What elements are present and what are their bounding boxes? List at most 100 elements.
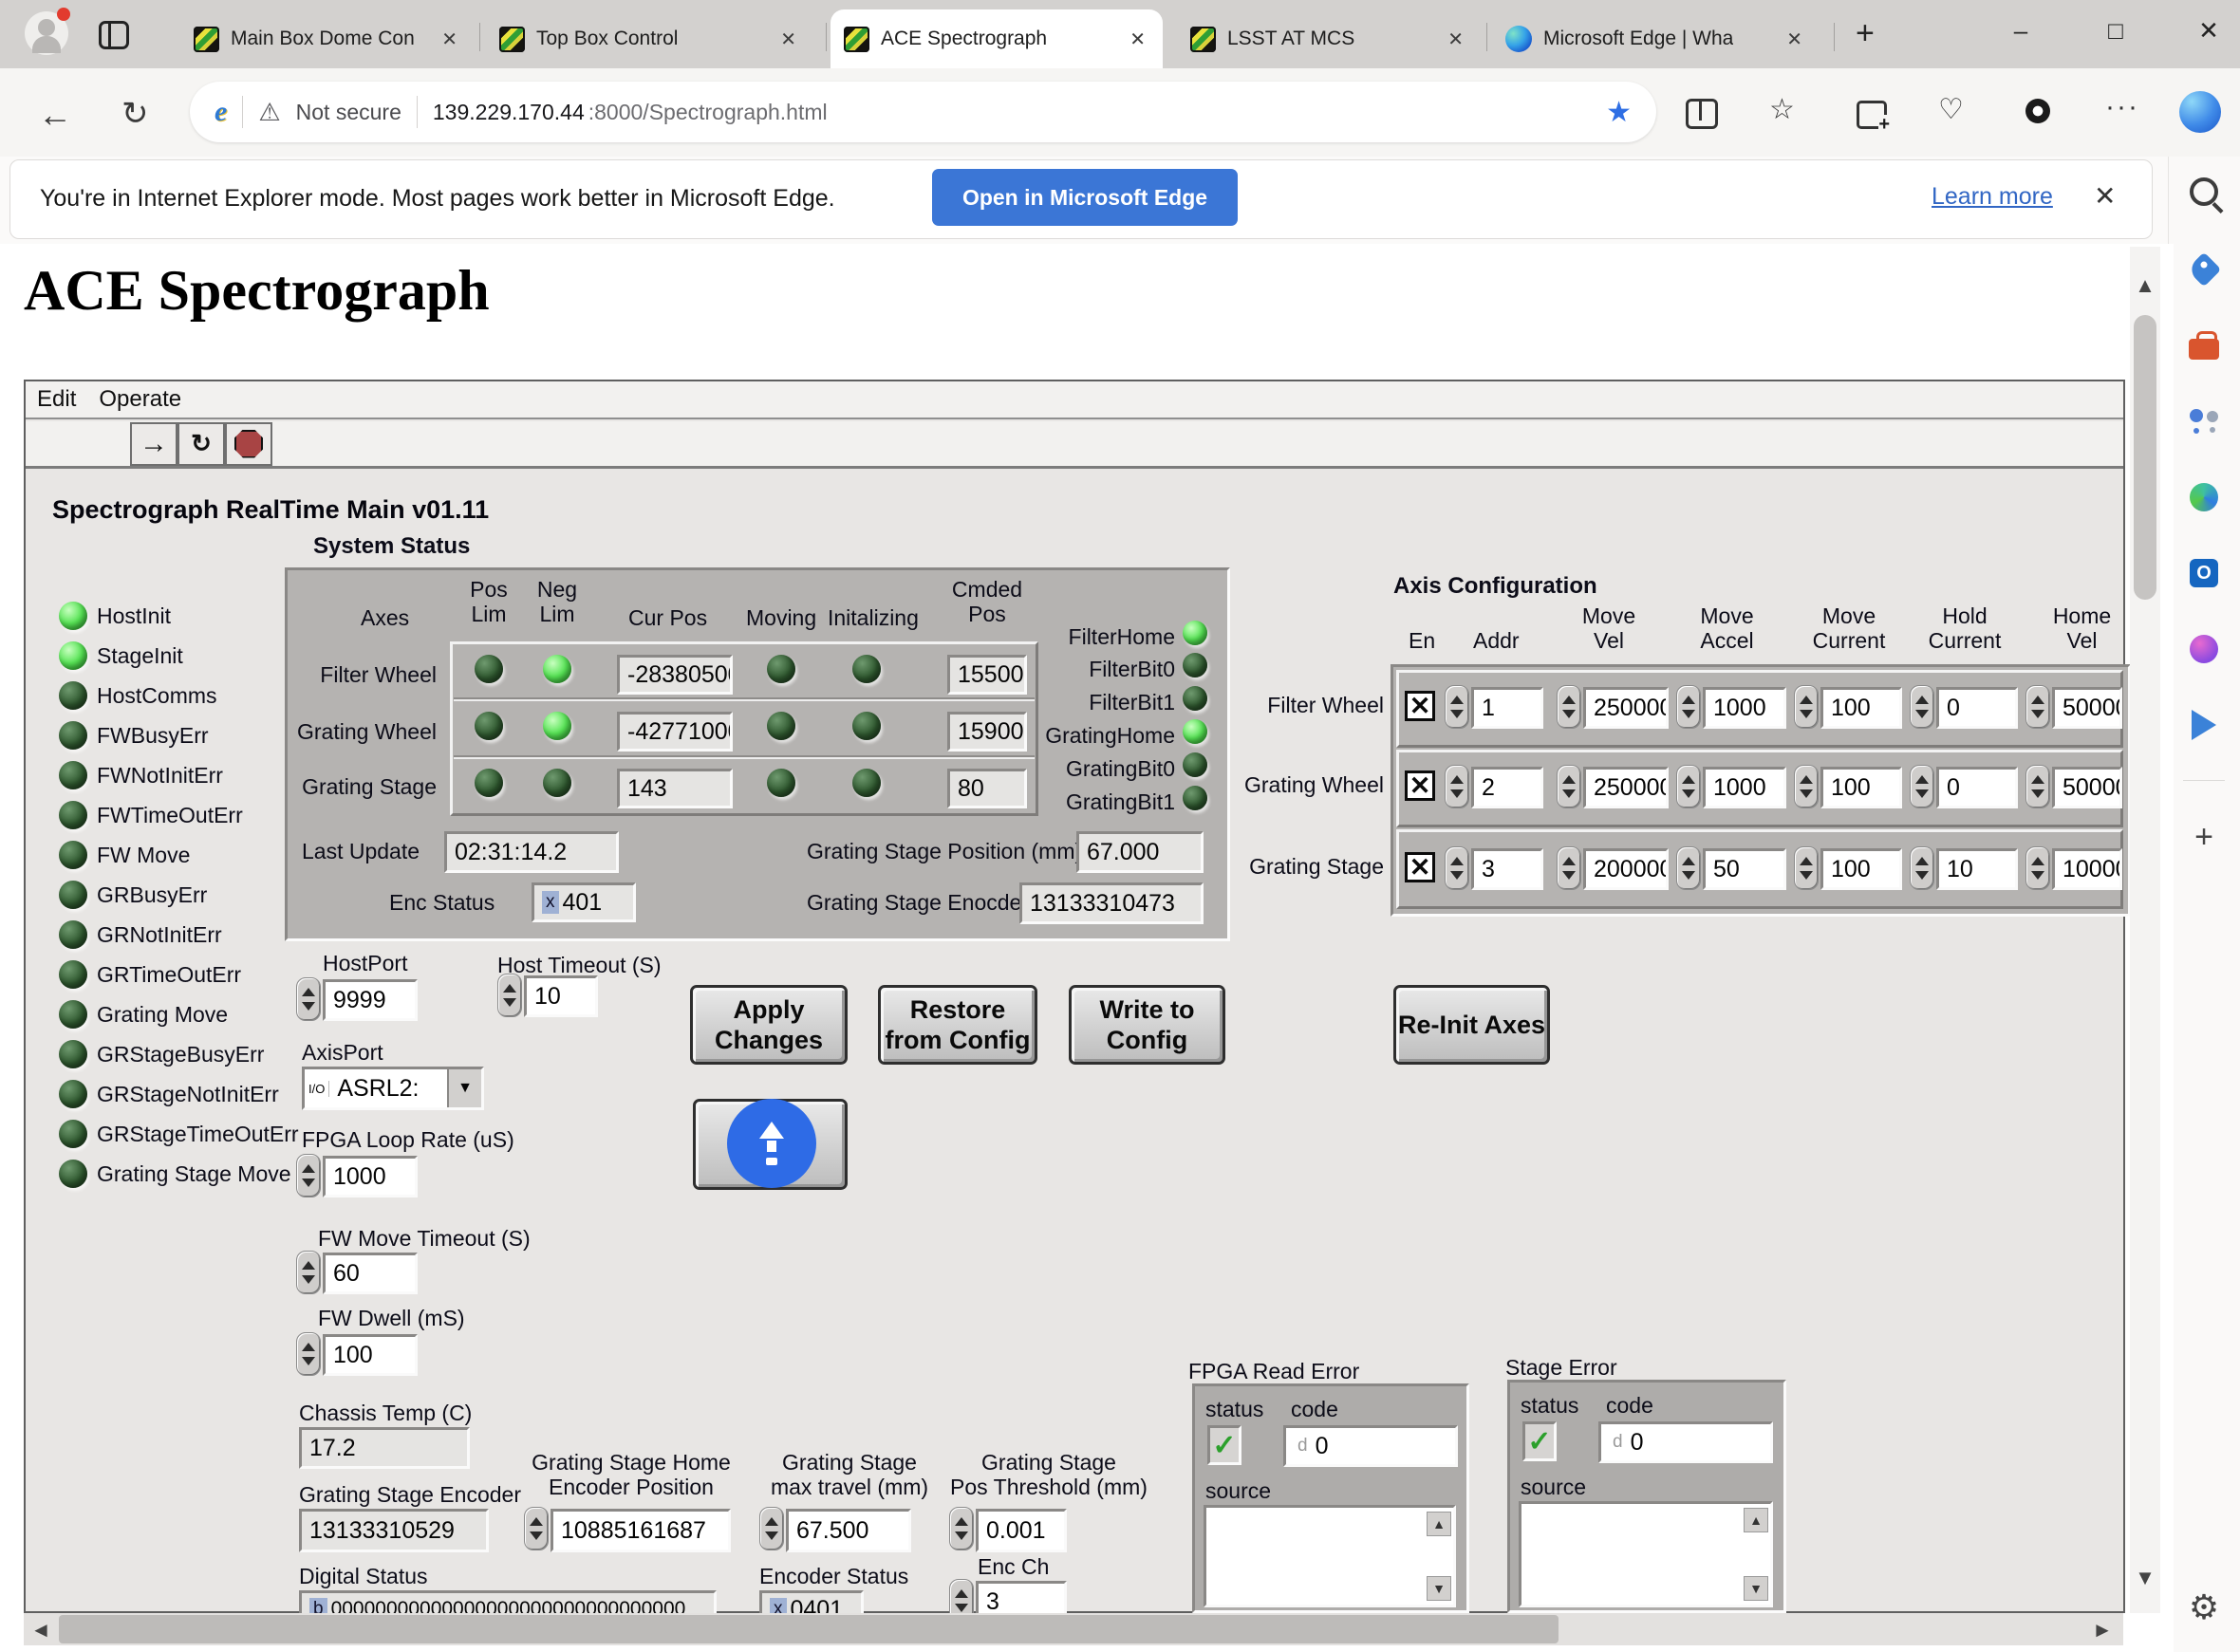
- tab-close-icon[interactable]: ✕: [1444, 28, 1467, 51]
- tab-close-icon[interactable]: ✕: [438, 28, 461, 51]
- vertical-scrollbar-thumb[interactable]: [2134, 315, 2156, 600]
- hold-current-spinner[interactable]: [1910, 765, 1934, 808]
- run-continuous-button[interactable]: ↻: [177, 422, 225, 466]
- host-timeout-field[interactable]: 10: [524, 975, 598, 1017]
- menu-edit[interactable]: Edit: [26, 382, 87, 417]
- home-vel-field[interactable]: 50000: [2052, 687, 2122, 729]
- source-box[interactable]: ▲ ▼: [1519, 1501, 1773, 1607]
- dropdown-arrow-icon[interactable]: ▼: [447, 1069, 481, 1107]
- outlook-icon[interactable]: O: [2183, 552, 2225, 594]
- fw-move-timeout-spinner[interactable]: [296, 1251, 321, 1294]
- move-current-spinner[interactable]: [1794, 846, 1819, 890]
- move-vel-field[interactable]: 200000: [1583, 848, 1669, 890]
- hold-current-spinner[interactable]: [1910, 685, 1934, 729]
- back-icon[interactable]: ←: [38, 95, 72, 135]
- hostport-field[interactable]: 9999: [323, 979, 418, 1021]
- bookmark-star-icon[interactable]: ★: [1606, 96, 1632, 129]
- search-icon[interactable]: [2183, 171, 2225, 213]
- addr-field[interactable]: 3: [1471, 848, 1543, 890]
- address-bar[interactable]: e ⚠ Not secure 139.229.170.44 :8000/Spec…: [190, 82, 1656, 142]
- gs-threshold-field[interactable]: 0.001: [976, 1509, 1067, 1552]
- reinit-axes-button[interactable]: Re-Init Axes: [1393, 985, 1550, 1065]
- scroll-right-icon[interactable]: ►: [2088, 1617, 2117, 1643]
- move-vel-field[interactable]: 250000: [1583, 687, 1669, 729]
- open-in-edge-button[interactable]: Open in Microsoft Edge: [932, 169, 1238, 226]
- addr-field[interactable]: 2: [1471, 767, 1543, 808]
- move-accel-field[interactable]: 1000: [1703, 767, 1786, 808]
- apply-changes-button[interactable]: Apply Changes: [690, 985, 848, 1065]
- gs-home-field[interactable]: 10885161687: [551, 1509, 731, 1552]
- hold-current-field[interactable]: 0: [1936, 767, 2018, 808]
- move-accel-field[interactable]: 1000: [1703, 687, 1786, 729]
- copilot-icon[interactable]: [2179, 91, 2221, 133]
- enable-checkbox[interactable]: ✕: [1405, 691, 1435, 721]
- enable-checkbox[interactable]: ✕: [1405, 770, 1435, 801]
- more-menu-icon[interactable]: ···: [2105, 91, 2139, 123]
- scroll-down-icon[interactable]: ▼: [1427, 1576, 1451, 1601]
- source-box[interactable]: ▲ ▼: [1204, 1505, 1456, 1607]
- scroll-up-icon[interactable]: ▲: [2132, 271, 2158, 300]
- security-label[interactable]: Not secure: [296, 100, 401, 125]
- move-vel-field[interactable]: 250000: [1583, 767, 1669, 808]
- move-vel-spinner[interactable]: [1557, 685, 1581, 729]
- games-icon[interactable]: [2183, 628, 2225, 670]
- fpga-loop-spinner[interactable]: [296, 1154, 321, 1197]
- gs-home-spinner[interactable]: [524, 1507, 549, 1550]
- edge-workspaces-icon[interactable]: [2183, 476, 2225, 518]
- extension-icon[interactable]: [2025, 99, 2050, 123]
- scroll-down-icon[interactable]: ▼: [1744, 1576, 1768, 1601]
- scroll-left-icon[interactable]: ◄: [27, 1617, 55, 1643]
- addr-spinner[interactable]: [1445, 765, 1469, 808]
- fpga-loop-field[interactable]: 1000: [323, 1156, 418, 1197]
- shopping-icon[interactable]: [2183, 249, 2225, 290]
- favorites-icon[interactable]: ☆: [1769, 93, 1795, 126]
- tools-icon[interactable]: [2183, 325, 2225, 366]
- home-vel-spinner[interactable]: [2025, 765, 2050, 808]
- run-button[interactable]: →: [130, 422, 177, 466]
- scroll-up-icon[interactable]: ▲: [1427, 1512, 1451, 1536]
- move-accel-field[interactable]: 50: [1703, 848, 1786, 890]
- refresh-icon[interactable]: ↻: [121, 95, 149, 133]
- new-tab-button[interactable]: +: [1856, 15, 1875, 52]
- tab-lsst-at-mcs[interactable]: LSST AT MCS ✕: [1177, 9, 1481, 68]
- url-host[interactable]: 139.229.170.44: [433, 100, 585, 125]
- abort-button[interactable]: [225, 422, 272, 466]
- scroll-down-icon[interactable]: ▼: [2132, 1564, 2158, 1592]
- url-path[interactable]: :8000/Spectrograph.html: [588, 100, 828, 125]
- addr-spinner[interactable]: [1445, 685, 1469, 729]
- tab-close-icon[interactable]: ✕: [1126, 28, 1149, 51]
- tab-actions-icon[interactable]: [99, 21, 129, 49]
- home-vel-spinner[interactable]: [2025, 846, 2050, 890]
- fw-dwell-spinner[interactable]: [296, 1332, 321, 1376]
- hostport-spinner[interactable]: [296, 977, 321, 1021]
- home-vel-field[interactable]: 100000: [2052, 848, 2122, 890]
- gs-threshold-spinner[interactable]: [949, 1507, 974, 1550]
- tab-close-icon[interactable]: ✕: [1783, 28, 1806, 51]
- fw-move-timeout-field[interactable]: 60: [323, 1253, 418, 1294]
- move-current-field[interactable]: 100: [1820, 767, 1902, 808]
- gs-travel-spinner[interactable]: [759, 1507, 784, 1550]
- fw-dwell-field[interactable]: 100: [323, 1334, 418, 1376]
- collections-icon[interactable]: [1857, 101, 1887, 129]
- drop-icon[interactable]: [2183, 704, 2225, 746]
- add-sidebar-icon[interactable]: +: [2183, 816, 2225, 858]
- move-accel-spinner[interactable]: [1676, 846, 1701, 890]
- minimize-button[interactable]: –: [1989, 0, 2052, 61]
- home-vel-field[interactable]: 50000: [2052, 767, 2122, 808]
- axisport-combo[interactable]: I/O ASRL2: ▼: [302, 1067, 484, 1110]
- menu-operate[interactable]: Operate: [87, 382, 193, 417]
- hold-current-field[interactable]: 10: [1936, 848, 2018, 890]
- scroll-up-icon[interactable]: ▲: [1744, 1508, 1768, 1532]
- gs-travel-field[interactable]: 67.500: [786, 1509, 911, 1552]
- move-accel-spinner[interactable]: [1676, 765, 1701, 808]
- close-button[interactable]: ✕: [2177, 0, 2240, 61]
- move-accel-spinner[interactable]: [1676, 685, 1701, 729]
- tab-close-icon[interactable]: ✕: [776, 28, 800, 51]
- addr-field[interactable]: 1: [1471, 687, 1543, 729]
- split-screen-icon[interactable]: [1686, 99, 1718, 129]
- move-current-spinner[interactable]: [1794, 765, 1819, 808]
- tab-ace-spectrograph[interactable]: ACE Spectrograph ✕: [831, 9, 1163, 68]
- host-timeout-spinner[interactable]: [497, 974, 522, 1017]
- move-vel-spinner[interactable]: [1557, 846, 1581, 890]
- horizontal-scrollbar-thumb[interactable]: [59, 1615, 1559, 1643]
